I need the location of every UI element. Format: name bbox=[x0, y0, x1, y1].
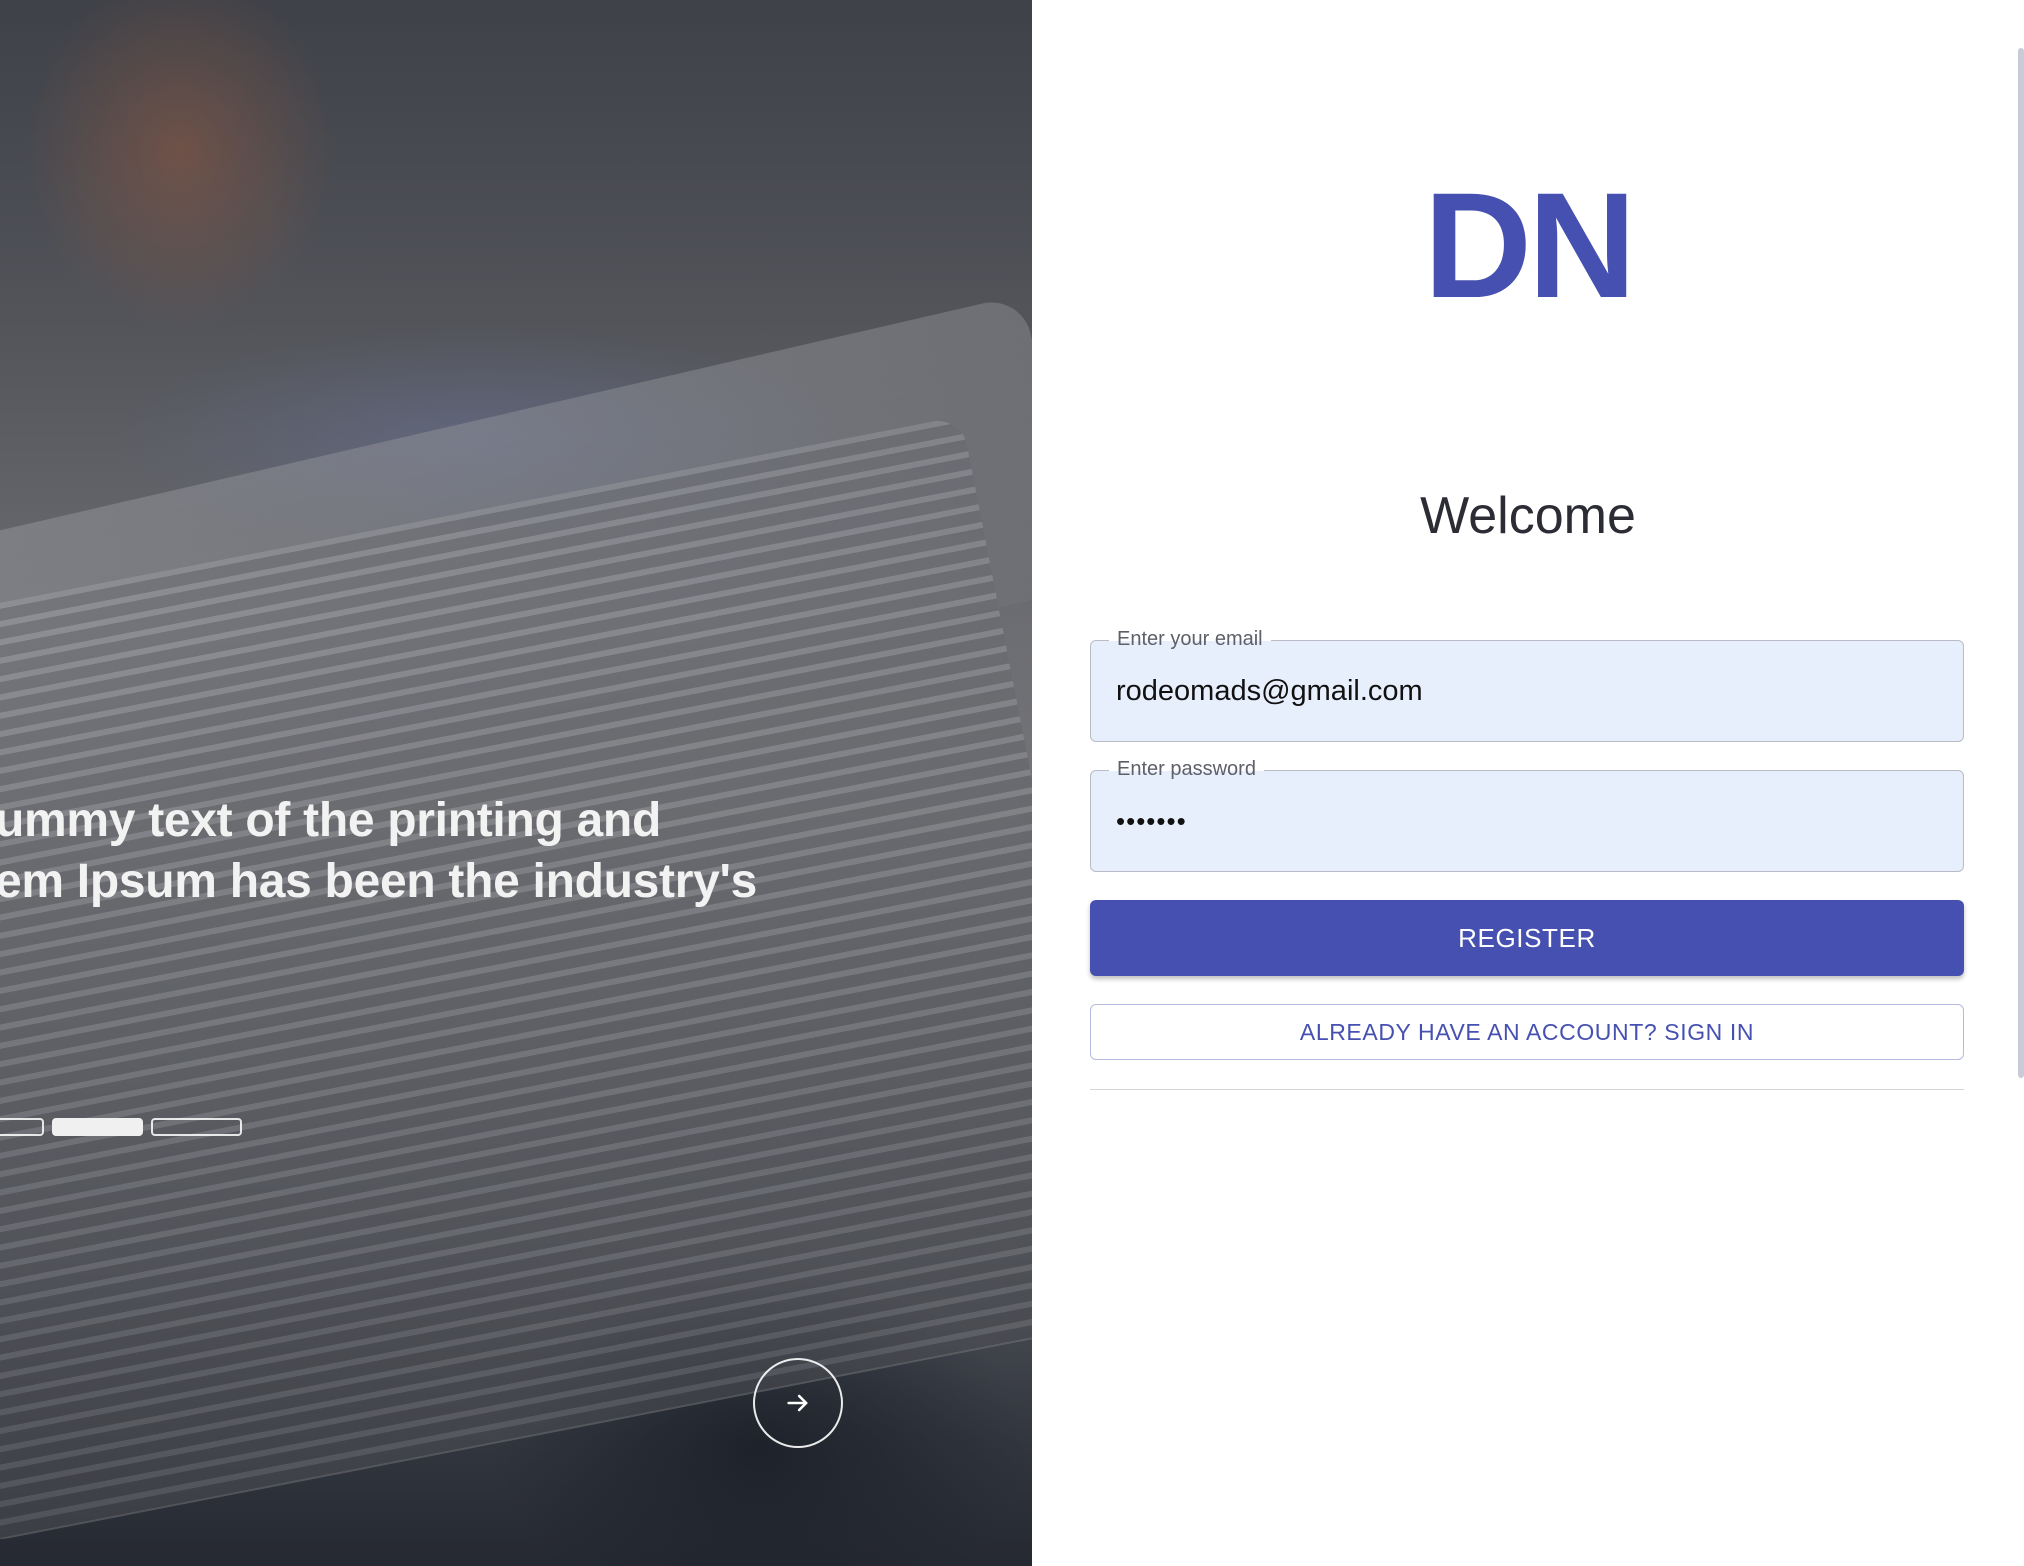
page-title: Welcome bbox=[1420, 487, 1636, 545]
brand-logo: DN bbox=[1423, 161, 1637, 329]
hero-caption: ummy text of the printing and em Ipsum h… bbox=[0, 790, 1032, 912]
hero-caption-line-2: em Ipsum has been the industry's bbox=[0, 855, 758, 908]
hero-overlay bbox=[0, 0, 1032, 1566]
divider bbox=[1090, 1089, 1964, 1090]
scrollbar[interactable] bbox=[2018, 48, 2024, 1078]
email-input[interactable] bbox=[1116, 641, 1936, 741]
arrow-right-icon bbox=[787, 1394, 808, 1412]
sign-in-link-button[interactable]: ALREADY HAVE AN ACCOUNT? SIGN IN bbox=[1090, 1004, 1964, 1060]
carousel-indicator-1[interactable] bbox=[0, 1118, 44, 1136]
auth-panel: DN Welcome Enter your email Enter passwo… bbox=[1032, 0, 2024, 1566]
carousel-indicator-3[interactable] bbox=[151, 1118, 242, 1136]
carousel-indicator-2-active[interactable] bbox=[52, 1118, 143, 1136]
register-button[interactable]: REGISTER bbox=[1090, 900, 1964, 976]
carousel-next-button[interactable] bbox=[753, 1358, 843, 1448]
password-field: Enter password bbox=[1090, 757, 1964, 872]
hero-panel: ummy text of the printing and em Ipsum h… bbox=[0, 0, 1032, 1566]
email-field: Enter your email bbox=[1090, 627, 1964, 742]
password-input[interactable] bbox=[1116, 771, 1936, 871]
hero-caption-line-1: ummy text of the printing and bbox=[0, 794, 661, 847]
